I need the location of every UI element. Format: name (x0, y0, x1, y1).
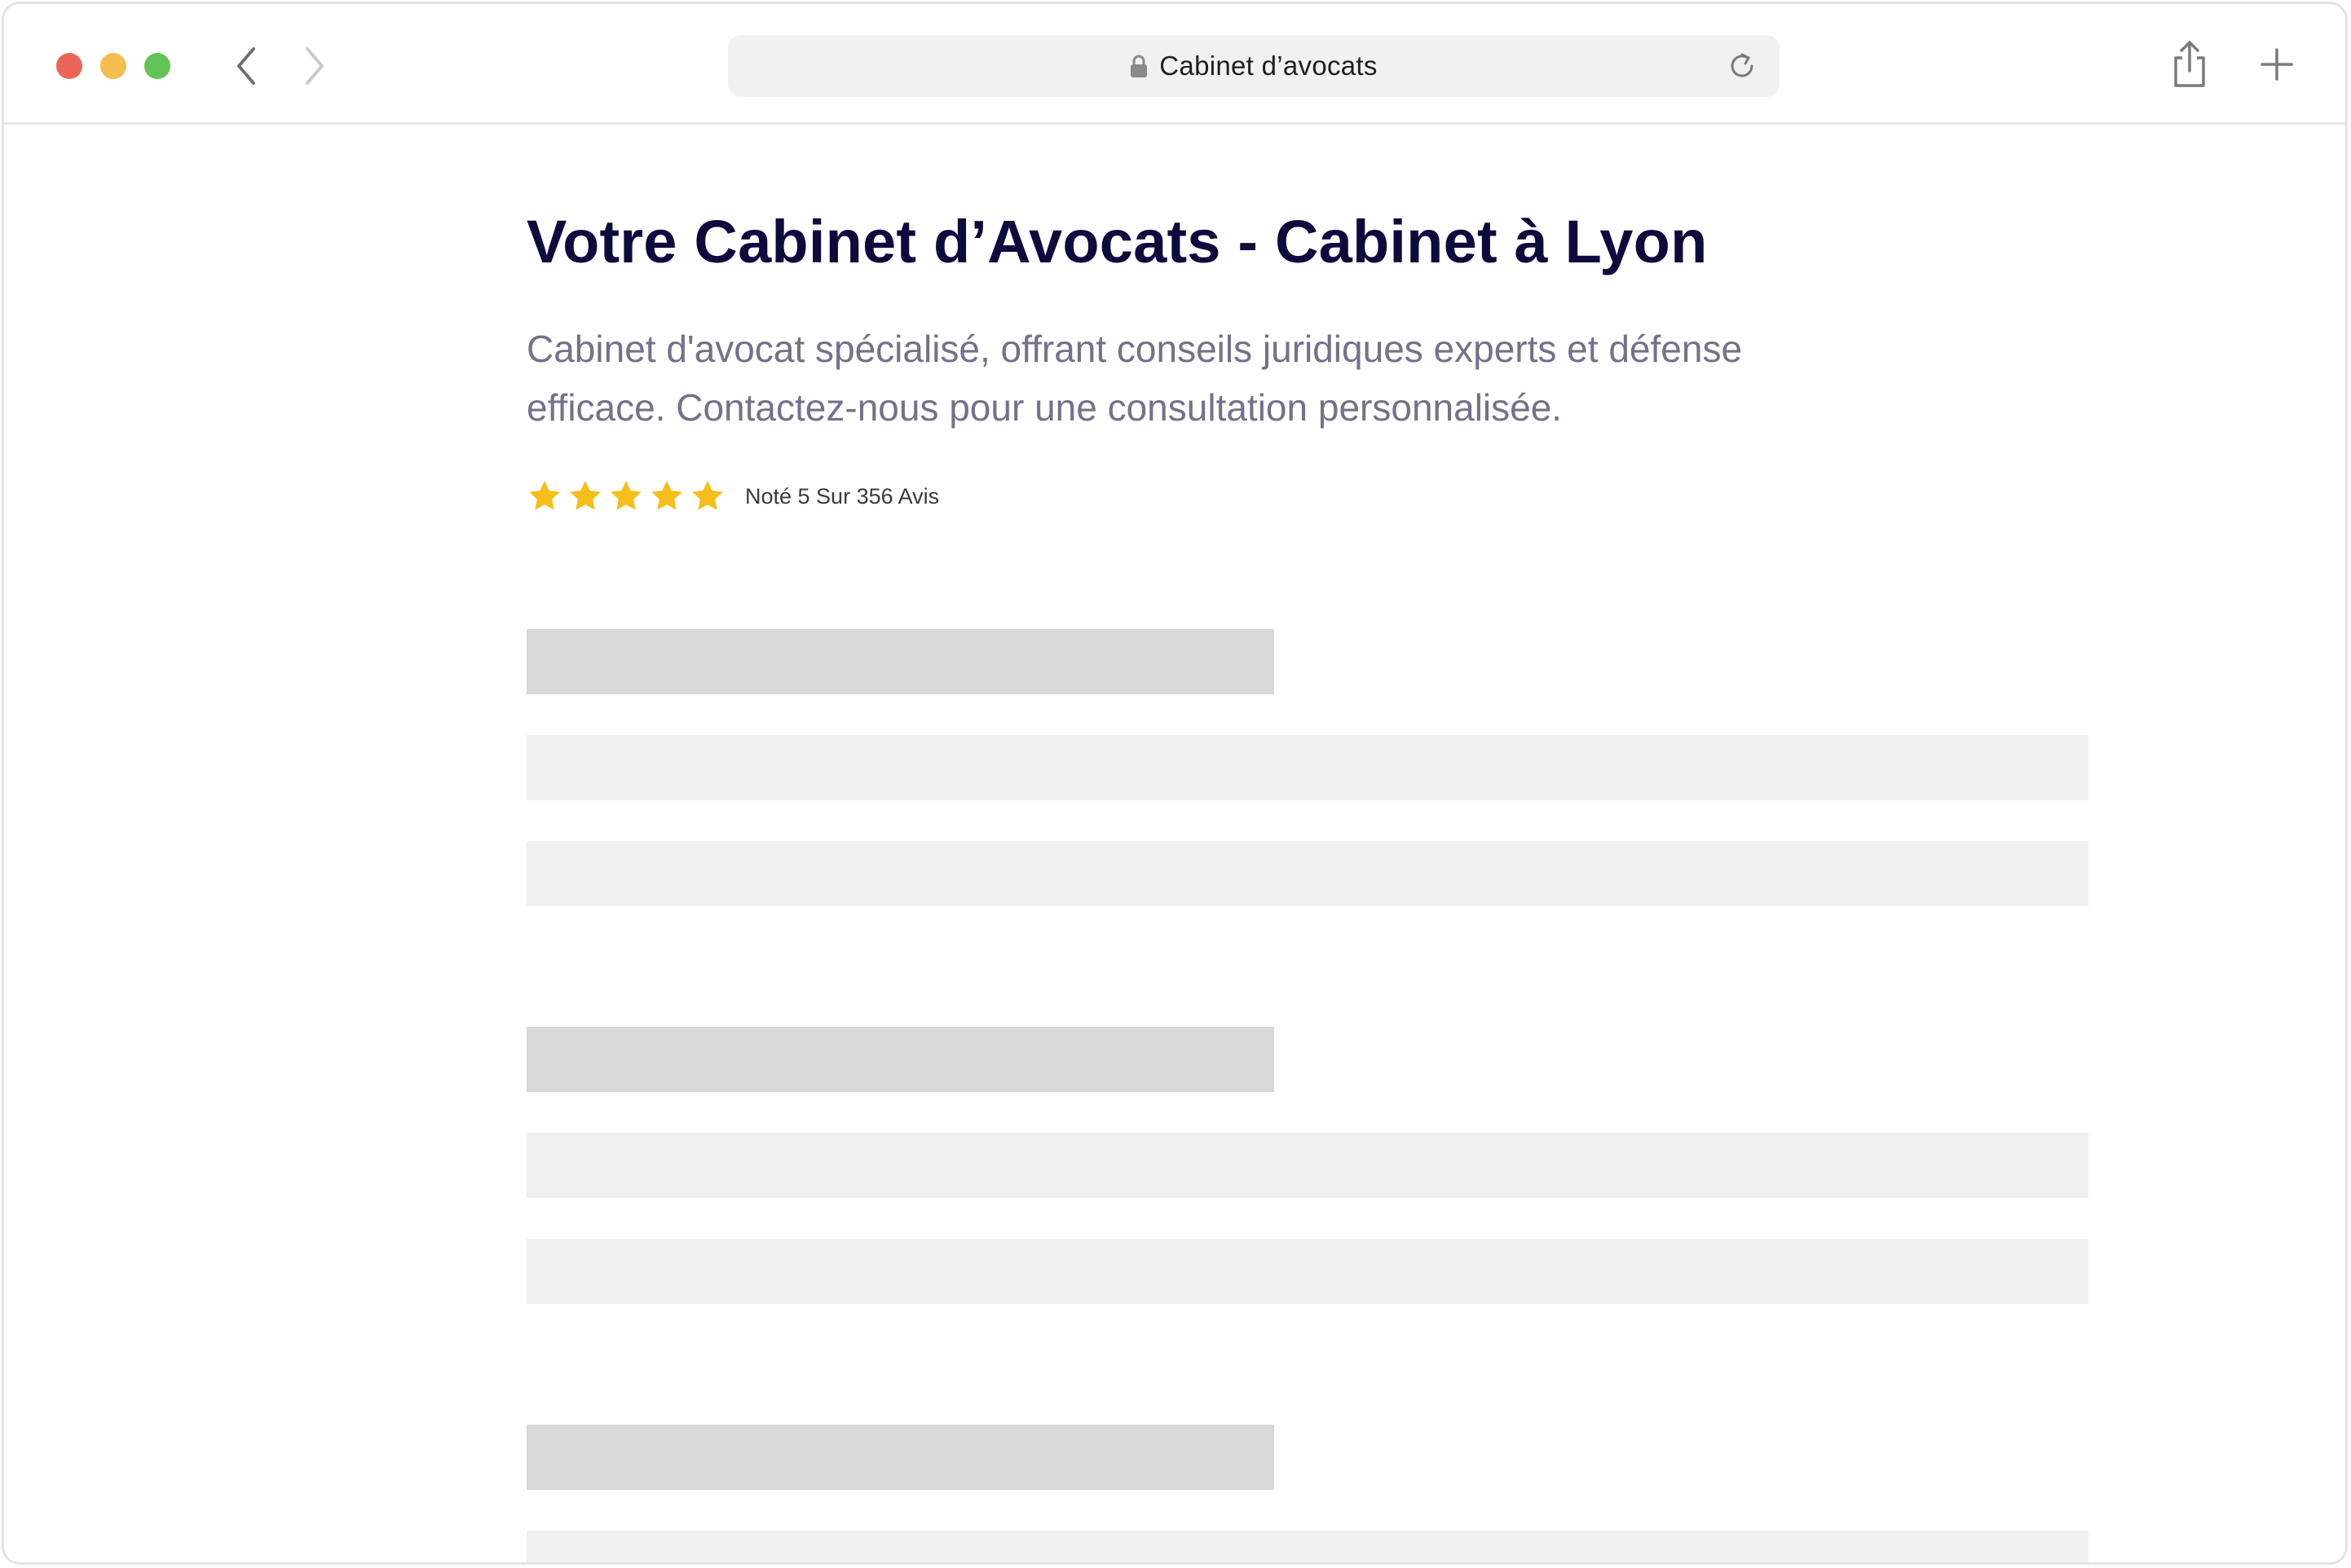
skeleton-line (527, 841, 2089, 906)
star-icon (651, 480, 682, 510)
skeleton-heading (527, 1027, 1274, 1092)
star-icon (611, 480, 642, 510)
browser-toolbar: Cabinet d’avocats (4, 4, 2345, 125)
lock-icon (1131, 55, 1148, 77)
plus-icon[interactable] (2257, 45, 2296, 84)
browser-window: Cabinet d’avocats Votre Cabinet d’Avocat… (2, 2, 2348, 1565)
share-icon[interactable] (2169, 40, 2210, 89)
maximize-window-button[interactable] (144, 53, 170, 79)
star-icon (692, 480, 723, 510)
skeleton-line (527, 1531, 2089, 1562)
star-rating (527, 478, 726, 514)
skeleton-line (527, 735, 2089, 800)
rating: Noté 5 Sur 356 Avis (527, 476, 939, 517)
close-window-button[interactable] (56, 53, 82, 79)
skeleton-line (527, 1133, 2089, 1198)
rating-text: Noté 5 Sur 356 Avis (745, 483, 940, 509)
address-bar[interactable]: Cabinet d’avocats (728, 35, 1780, 97)
page-subtitle: Cabinet d'avocat spécialisé, offrant con… (527, 328, 1743, 429)
skeleton-line (527, 1239, 2089, 1304)
chevron-left-icon (237, 47, 255, 85)
minimize-window-button[interactable] (100, 53, 126, 79)
page-title: Votre Cabinet d’Avocats - Cabinet à Lyon (527, 208, 1708, 275)
reload-icon[interactable] (1726, 50, 1758, 82)
star-icon (529, 480, 560, 510)
page-content: Votre Cabinet d’Avocats - Cabinet à Lyon… (4, 127, 2345, 1562)
skeleton-heading (527, 629, 1274, 694)
skeleton-heading (527, 1425, 1274, 1490)
chevron-right-icon (306, 47, 324, 85)
star-icon (570, 480, 601, 510)
forward-button[interactable] (294, 45, 335, 87)
back-button[interactable] (226, 45, 267, 87)
address-text: Cabinet d’avocats (1159, 51, 1378, 81)
